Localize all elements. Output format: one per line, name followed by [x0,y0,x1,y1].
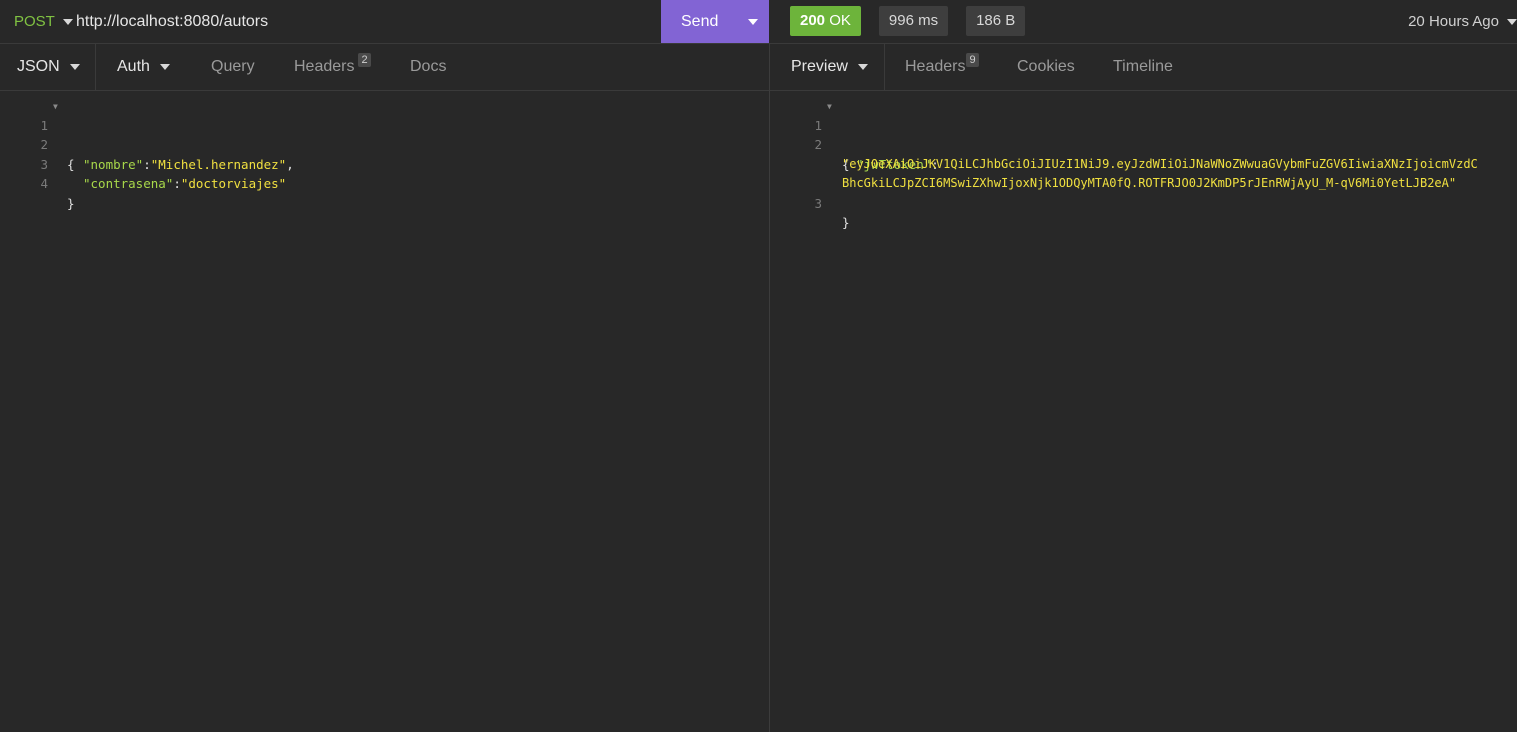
tab-label: Headers [905,58,966,75]
history-label: 20 Hours Ago [1408,13,1499,30]
code-line-wrapped: "eyJ0eXAiOiJKV1QiLCJhbGciOiJIUzI1NiJ9.ey… [770,135,1517,171]
code-line: 4 } [0,155,769,211]
json-key: "contrasena" [83,176,174,191]
response-time: 996 ms [878,6,949,36]
headers-count-badge: 2 [358,53,371,67]
chevron-down-icon [159,64,170,70]
json-value: "doctorviajes" [180,176,287,191]
url-input[interactable]: http://localhost:8080/autors [76,0,656,43]
tab-label: Preview [791,58,848,75]
code-line: 1 ▼ { [0,96,769,172]
tab-auth[interactable]: Auth [117,44,170,90]
close-brace: } [67,195,75,211]
chevron-down-icon [69,64,80,70]
tab-label: Docs [410,58,447,75]
code-line-wrapped: BhcGkiLCJpZCI6MSwiZXhwIjoxNjk1ODQyMTA0fQ… [770,155,1517,190]
send-options-chevron-icon[interactable] [748,19,758,25]
tab-query[interactable]: Query [211,44,255,90]
headers-count-badge: 9 [966,53,979,67]
response-size: 186 B [966,6,1026,36]
method-dropdown[interactable]: POST [14,0,73,43]
fold-arrow-icon[interactable]: ▼ [53,97,58,117]
status-badge: 200 OK [790,6,861,36]
line-number: 4 [40,176,48,191]
json-colon: : [173,176,181,191]
chevron-down-icon [857,64,868,70]
tab-label: Query [211,58,255,75]
line-number: 3 [814,195,822,211]
tab-headers[interactable]: Headers 2 [294,44,371,90]
tab-divider [884,44,885,90]
close-brace: } [842,215,850,230]
chevron-down-icon [1507,18,1517,25]
response-preview: 1 ▼ { 2 "jwTtoken": "eyJ0eXAiOiJKV1QiLCJ… [770,96,1517,231]
tab-timeline[interactable]: Timeline [1113,44,1173,90]
tab-preview[interactable]: Preview [791,44,868,90]
tab-label: Auth [117,58,150,75]
tab-label: JSON [17,58,60,75]
status-text: OK [829,12,851,29]
send-button[interactable]: Send [661,0,769,43]
code-line: 1 ▼ { [770,96,1517,172]
chevron-down-icon [62,18,73,25]
response-meta: 200 OK 996 ms 186 B [790,6,1026,36]
tab-response-headers[interactable]: Headers 9 [905,44,979,90]
code-line: 3 } [770,174,1517,231]
tab-docs[interactable]: Docs [410,44,446,90]
request-url-bar: POST http://localhost:8080/autors Send 2… [0,0,1517,44]
method-label: POST [14,13,55,30]
send-label: Send [681,12,719,30]
api-client-window: POST http://localhost:8080/autors Send 2… [0,0,1517,732]
tab-label: Headers [294,58,355,75]
code-line: 3 "contrasena":"doctorviajes" [0,135,769,192]
tab-cookies[interactable]: Cookies [1017,44,1075,90]
status-code: 200 [800,12,826,29]
code-line: 2 "nombre":"Michel.hernandez", [0,116,769,172]
code-line: 2 "jwTtoken": [770,116,1517,172]
request-tabs: JSON Auth Query Headers 2 Docs [0,44,769,91]
tab-label: Cookies [1017,58,1075,75]
tab-body-json[interactable]: JSON [17,44,80,90]
tab-label: Timeline [1113,58,1173,75]
history-dropdown[interactable]: 20 Hours Ago [1408,0,1517,43]
request-body-editor[interactable]: 1 ▼ { 2 "nombre":"Michel.hernandez", 3 "… [0,96,769,211]
json-entry: "contrasena":"doctorviajes" [83,174,286,194]
fold-arrow-icon[interactable]: ▼ [827,97,832,117]
response-tabs: Preview Headers 9 Cookies Timeline [770,44,1517,91]
tab-divider [95,44,96,90]
